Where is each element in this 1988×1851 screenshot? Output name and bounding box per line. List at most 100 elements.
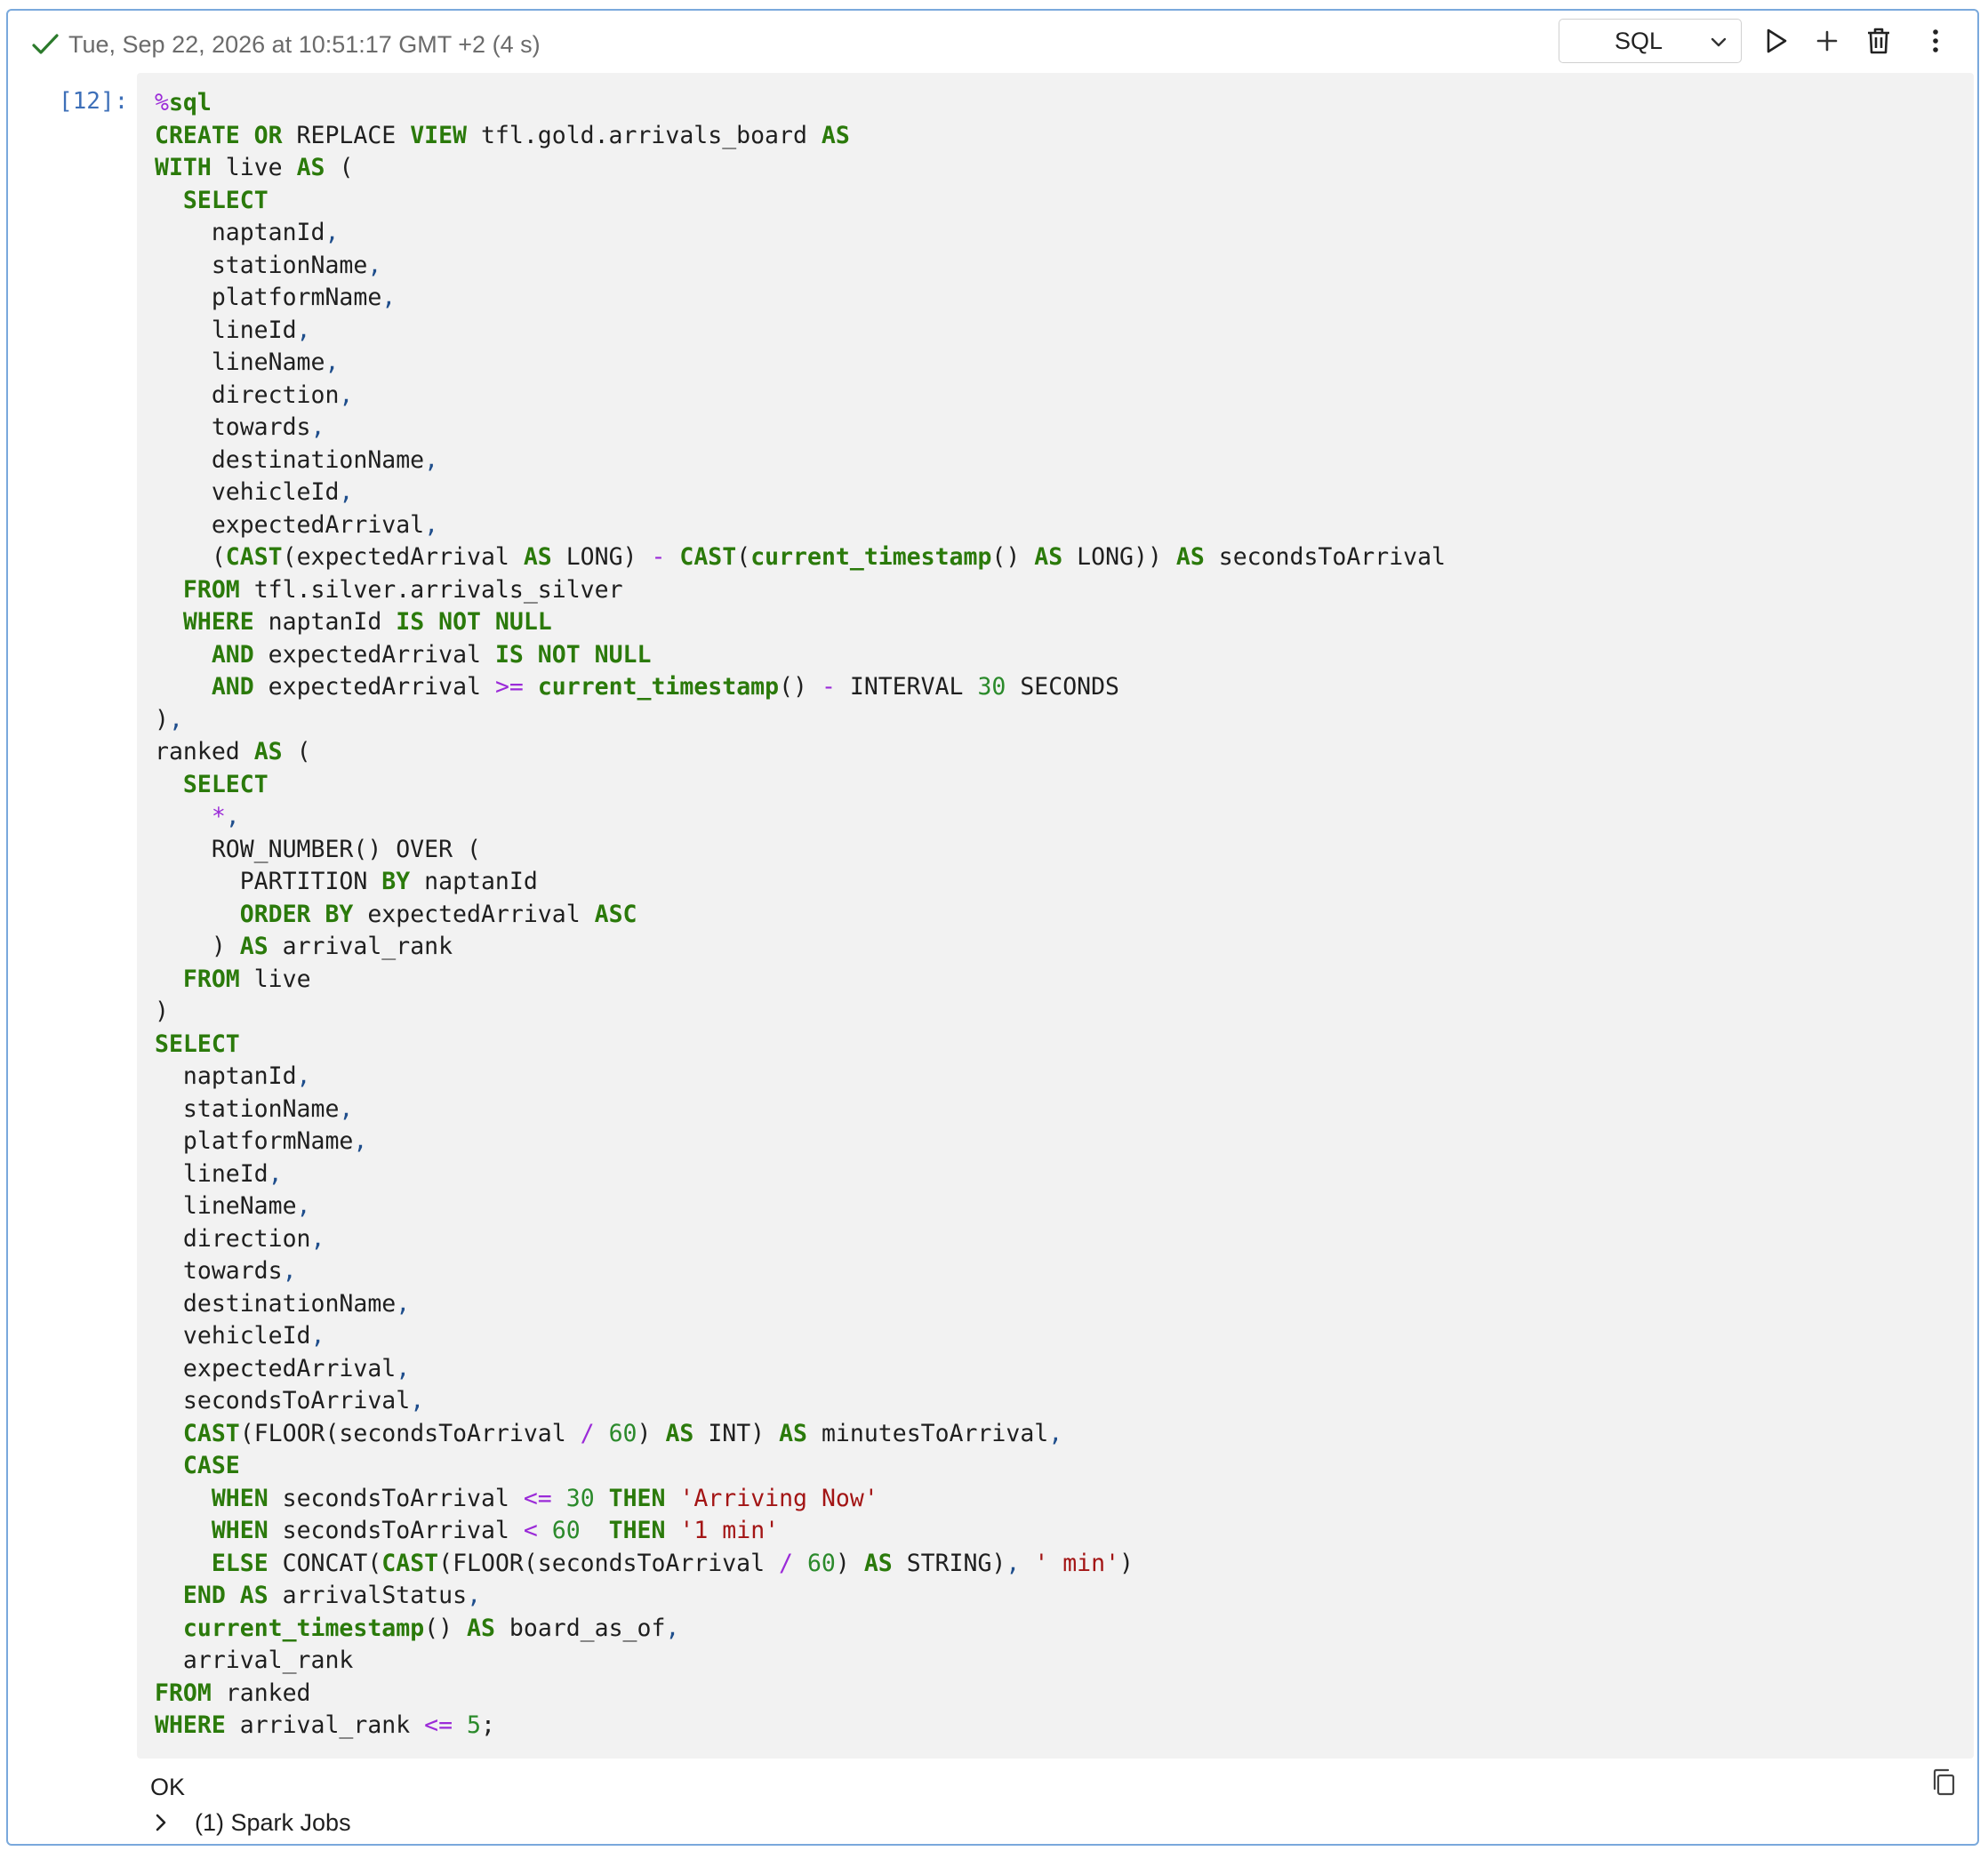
code-token: ,: [353, 1127, 368, 1155]
code-token: (expectedArrival: [282, 543, 524, 571]
code-line: FROM live: [155, 966, 311, 993]
code-token: ranked: [155, 738, 254, 765]
code-token: IS NOT NULL: [396, 608, 552, 636]
code-line: stationName,: [155, 1095, 353, 1123]
code-token: AS: [821, 121, 850, 149]
code-token: (): [424, 1614, 468, 1642]
code-token: ): [155, 933, 240, 960]
code-line: naptanId,: [155, 1062, 311, 1090]
code-token: 60: [608, 1419, 637, 1447]
play-icon[interactable]: [1760, 25, 1792, 57]
code-token: current_timestamp: [182, 1614, 425, 1642]
code-token: stationName: [155, 251, 368, 279]
code-token: WHERE: [155, 1711, 226, 1739]
code-token: lineName: [155, 349, 325, 376]
code-token: ,: [168, 705, 183, 733]
code-token: (FLOOR(secondsToArrival: [438, 1549, 780, 1577]
code-token: AS: [863, 1549, 893, 1577]
code-token: 5: [467, 1711, 482, 1739]
code-line: WHEN secondsToArrival < 60 THEN '1 min': [155, 1517, 779, 1544]
code-token: arrivalStatus: [268, 1582, 468, 1609]
code-token: destinationName: [155, 1289, 397, 1318]
code-token: ,: [467, 1582, 482, 1609]
code-token: vehicleId: [155, 1322, 311, 1350]
code-line: lineId,: [155, 1160, 283, 1188]
trash-icon[interactable]: [1863, 25, 1895, 57]
code-token: ,: [282, 1257, 297, 1285]
copy-icon[interactable]: [1928, 1767, 1960, 1799]
code-token: live: [239, 965, 311, 993]
code-token: lineName: [155, 1192, 297, 1220]
code-token: ELSE: [211, 1549, 269, 1577]
code-line: *,: [155, 803, 240, 830]
execution-status: Tue, Sep 22, 2026 at 10:51:17 GMT +2 (4 …: [68, 31, 541, 58]
code-token: AS: [1175, 543, 1205, 571]
code-token: (): [991, 543, 1035, 571]
code-token: WHEN: [211, 1517, 269, 1544]
code-token: CAST: [679, 543, 737, 571]
check-icon: [32, 34, 59, 54]
code-token: ORDER BY: [239, 900, 354, 928]
code-token: ,: [381, 284, 397, 311]
code-token: ,: [296, 1062, 311, 1090]
code-token: AS: [523, 543, 552, 571]
code-token: IS NOT NULL: [494, 640, 652, 669]
code-line: ) AS arrival_rank: [155, 933, 453, 960]
code-token: ): [155, 705, 169, 733]
code-token: current_timestamp: [537, 673, 780, 701]
code-token: tfl.gold.arrivals_board: [467, 121, 822, 149]
plus-icon[interactable]: [1811, 25, 1843, 57]
code-token: VIEW: [410, 121, 468, 149]
code-line: platformName,: [155, 1127, 367, 1155]
code-token: CREATE OR: [155, 121, 283, 149]
code-token: (: [325, 154, 354, 181]
code-line: naptanId,: [155, 219, 340, 246]
output-text: OK: [150, 1774, 186, 1800]
code-token: vehicleId: [155, 478, 340, 506]
code-token: ): [637, 1419, 666, 1447]
code-token: /: [580, 1419, 595, 1447]
code-token: FROM: [155, 1679, 212, 1707]
code-line: CASE: [155, 1452, 240, 1479]
sql-code[interactable]: %sql CREATE OR REPLACE VIEW tfl.gold.arr…: [155, 87, 1446, 1743]
code-line: expectedArrival,: [155, 1355, 410, 1382]
code-token: ,: [325, 349, 340, 376]
code-token: AS: [239, 1582, 269, 1609]
code-token: destinationName: [155, 445, 425, 474]
code-token: ' min': [1034, 1549, 1120, 1577]
kebab-menu-icon[interactable]: [1920, 25, 1952, 57]
code-line: ),: [155, 706, 183, 733]
code-token: ,: [339, 1094, 354, 1123]
code-token: (: [282, 738, 311, 765]
code-token: naptanId: [410, 868, 538, 895]
code-token: LONG)): [1062, 543, 1176, 571]
code-token: expectedArrival: [353, 900, 595, 928]
code-token: ,: [339, 478, 354, 506]
code-line: SELECT: [155, 771, 269, 798]
notebook-cell[interactable]: Tue, Sep 22, 2026 at 10:51:17 GMT +2 (4 …: [6, 9, 1979, 1846]
code-token: ,: [665, 1614, 680, 1642]
code-token: ,: [1048, 1419, 1063, 1447]
code-token: platformName: [155, 284, 382, 311]
code-line: secondsToArrival,: [155, 1387, 424, 1414]
code-line: WHEN secondsToArrival <= 30 THEN 'Arrivi…: [155, 1485, 878, 1512]
code-token: *: [211, 803, 226, 830]
language-select[interactable]: SQL: [1559, 19, 1742, 63]
code-token: CASE: [182, 1452, 240, 1479]
code-line: CAST(FLOOR(secondsToArrival / 60) AS INT…: [155, 1420, 1062, 1447]
code-token: AS: [239, 933, 269, 960]
code-token: ,: [296, 316, 311, 344]
code-token: 30: [977, 673, 1006, 701]
code-token: (FLOOR(secondsToArrival: [239, 1419, 581, 1447]
code-editor[interactable]: %sql CREATE OR REPLACE VIEW tfl.gold.arr…: [137, 73, 1974, 1759]
code-token: tfl.silver.arrivals_silver: [239, 575, 623, 604]
